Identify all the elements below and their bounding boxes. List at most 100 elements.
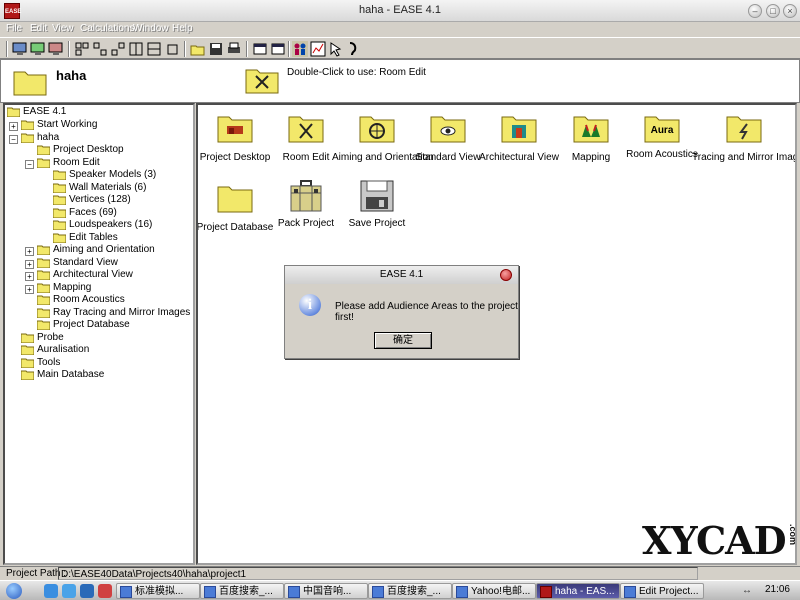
- tile-room-acoustics[interactable]: Aura Room Acoustics: [622, 113, 702, 160]
- tree-item-label: Mapping: [53, 282, 92, 293]
- folder-icon: [21, 345, 34, 355]
- grid-icon[interactable]: [74, 41, 90, 57]
- monitor-icon[interactable]: [12, 41, 28, 57]
- tile-project-desktop[interactable]: Project Desktop: [198, 113, 277, 163]
- message-dialog: EASE 4.1 i Please add Audience Areas to …: [284, 265, 519, 359]
- folder-icon: [53, 208, 66, 218]
- folder-icon: [37, 283, 50, 293]
- tile-architectural-view[interactable]: Architectural View: [479, 113, 559, 163]
- task-button-active[interactable]: haha - EAS...: [536, 583, 620, 599]
- desktop-icon[interactable]: [80, 584, 94, 598]
- desktop-icon: [217, 116, 253, 143]
- window-title: haha - EASE 4.1: [359, 4, 441, 16]
- floppy-icon: [360, 180, 394, 212]
- tile-pack-project[interactable]: Pack Project: [266, 179, 346, 229]
- menu-edit[interactable]: Edit: [30, 23, 47, 34]
- room-edit-icon[interactable]: [245, 66, 279, 94]
- close-button[interactable]: ×: [783, 4, 797, 18]
- folder-icon: [21, 120, 34, 130]
- ear-icon[interactable]: [344, 41, 360, 57]
- task-button[interactable]: Edit Project...: [620, 583, 704, 599]
- ie-icon: [288, 586, 300, 598]
- minimize-button[interactable]: –: [748, 4, 762, 18]
- status-bar: Project Path : D:\EASE40Data\Projects40\…: [0, 566, 800, 580]
- collapse-icon[interactable]: −: [25, 160, 34, 169]
- expand-icon[interactable]: +: [25, 247, 34, 256]
- app-shortcut-icon[interactable]: [98, 584, 112, 598]
- grid-icon[interactable]: [110, 41, 126, 57]
- eye-icon: [430, 116, 466, 143]
- tree-item-label: Wall Materials (6): [69, 182, 147, 193]
- maximize-button[interactable]: □: [766, 4, 780, 18]
- task-button[interactable]: 标准模拟...: [116, 583, 200, 599]
- toolbar: [0, 37, 800, 59]
- tile-standard-view[interactable]: Standard View: [408, 113, 488, 163]
- ie-icon[interactable]: [44, 584, 58, 598]
- tile-save-project[interactable]: Save Project: [337, 179, 417, 229]
- tile-project-database[interactable]: Project Database: [198, 183, 275, 233]
- expand-icon[interactable]: +: [9, 122, 18, 131]
- task-button[interactable]: 百度搜索_...: [368, 583, 452, 599]
- task-button[interactable]: 中国音响...: [284, 583, 368, 599]
- dialog-close-button[interactable]: [500, 269, 512, 281]
- grid-icon[interactable]: [146, 41, 162, 57]
- people-icon[interactable]: [292, 41, 308, 57]
- ok-button[interactable]: 确定: [374, 332, 432, 349]
- window-icon[interactable]: [252, 41, 268, 57]
- tree-item-label: Auralisation: [37, 344, 90, 355]
- project-header: haha Double-Click to use: Room Edit: [0, 59, 800, 103]
- task-button[interactable]: 百度搜索_...: [200, 583, 284, 599]
- title-bar: EASE haha - EASE 4.1 – □ ×: [0, 0, 800, 22]
- menu-file[interactable]: File: [6, 23, 22, 34]
- open-folder-icon[interactable]: [190, 41, 206, 57]
- ie-icon: [456, 586, 468, 598]
- expand-icon[interactable]: +: [25, 260, 34, 269]
- task-button[interactable]: Yahoo!电邮...: [452, 583, 536, 599]
- network-icon[interactable]: ↔: [742, 585, 752, 596]
- monitor-icon[interactable]: [48, 41, 64, 57]
- info-icon: i: [299, 294, 321, 316]
- tree-item-label: Start Working: [37, 119, 98, 130]
- expand-icon[interactable]: +: [25, 272, 34, 281]
- project-title: haha: [56, 68, 87, 83]
- expand-icon[interactable]: +: [25, 285, 34, 294]
- dialog-message: Please add Audience Areas to the project…: [335, 301, 518, 323]
- ie-icon[interactable]: [62, 584, 76, 598]
- window-icon: [624, 586, 636, 598]
- tree-item-label: Project Database: [53, 319, 130, 330]
- folder-icon: [53, 195, 66, 205]
- print-icon[interactable]: [226, 41, 242, 57]
- save-icon[interactable]: [208, 41, 224, 57]
- tree-item-label: Tools: [37, 357, 61, 368]
- menu-window[interactable]: Window: [133, 23, 169, 34]
- tree-item-label: Vertices (128): [69, 194, 131, 205]
- ie-icon: [372, 586, 384, 598]
- grid-icon[interactable]: [164, 41, 180, 57]
- project-tree[interactable]: EASE 4.1 + Start Working − haha Project …: [3, 103, 195, 565]
- tree-item-label: Aiming and Orientation: [53, 244, 155, 255]
- tile-mapping[interactable]: Mapping: [551, 113, 631, 163]
- toolbar-separator: [246, 41, 248, 57]
- suitcase-icon: [290, 180, 322, 212]
- start-button-icon[interactable]: [6, 583, 22, 599]
- tree-item-label: Edit Tables: [69, 232, 118, 243]
- folder-icon: [53, 220, 66, 230]
- pointer-icon[interactable]: [328, 41, 344, 57]
- window-icon[interactable]: [270, 41, 286, 57]
- ie-icon: [204, 586, 216, 598]
- folder-icon: [37, 258, 50, 268]
- folder-icon: [37, 245, 50, 255]
- folder-icon: [53, 233, 66, 243]
- monitor-icon[interactable]: [30, 41, 46, 57]
- collapse-icon[interactable]: −: [9, 135, 18, 144]
- chart-icon[interactable]: [310, 41, 326, 57]
- dialog-title: EASE 4.1: [379, 269, 424, 280]
- menu-calculations[interactable]: Calculations: [80, 23, 134, 34]
- menu-view[interactable]: View: [52, 23, 74, 34]
- folder-icon: [21, 358, 34, 368]
- menu-help[interactable]: Help: [172, 23, 193, 34]
- grid-icon[interactable]: [92, 41, 108, 57]
- tile-tracing-mirror-images[interactable]: Tracing and Mirror Images: [692, 113, 795, 163]
- folder-icon: [37, 308, 50, 318]
- grid-icon[interactable]: [128, 41, 144, 57]
